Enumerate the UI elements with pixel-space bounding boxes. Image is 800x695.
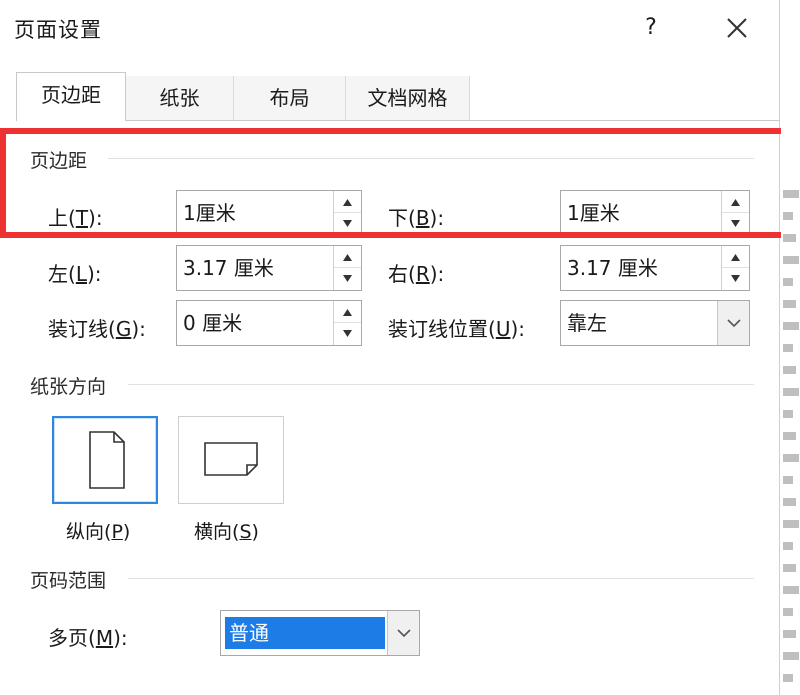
left-margin-label: 左(L): xyxy=(48,262,102,286)
document-text-fragment xyxy=(783,652,799,660)
close-icon xyxy=(727,18,747,38)
right-margin-up-button[interactable] xyxy=(722,246,749,268)
tab-divider xyxy=(16,120,780,121)
orientation-divider xyxy=(128,384,754,385)
arrow-up-icon xyxy=(731,254,740,261)
pages-section-label: 页码范围 xyxy=(30,570,107,592)
left-margin-down-button[interactable] xyxy=(334,268,361,290)
help-button[interactable]: ? xyxy=(636,10,666,46)
document-text-fragment xyxy=(783,256,799,264)
document-background-text xyxy=(781,0,800,695)
portrait-button[interactable] xyxy=(52,416,158,504)
document-text-fragment xyxy=(783,564,796,572)
top-margin-value: 1厘米 xyxy=(183,201,236,225)
gutter-label: 装订线(G): xyxy=(48,317,146,341)
document-text-fragment xyxy=(783,520,799,528)
arrow-up-icon xyxy=(731,199,740,206)
tab-document-grid[interactable]: 文档网格 xyxy=(346,76,470,120)
bottom-margin-spinner[interactable]: 1厘米 xyxy=(560,190,750,236)
tab-strip: 页边距 纸张 布局 文档网格 xyxy=(16,72,776,121)
margins-section-label: 页边距 xyxy=(30,150,88,172)
portrait-page-icon xyxy=(89,431,125,489)
document-text-fragment xyxy=(783,322,799,330)
left-margin-up-button[interactable] xyxy=(334,246,361,268)
right-margin-label: 右(R): xyxy=(388,262,445,286)
chevron-down-icon xyxy=(397,629,411,638)
landscape-page-icon xyxy=(204,442,258,476)
document-text-fragment xyxy=(783,410,793,418)
top-margin-spinner[interactable]: 1厘米 xyxy=(176,190,362,236)
multiple-pages-dropdown-button[interactable] xyxy=(387,611,419,655)
document-text-fragment xyxy=(783,190,799,198)
document-text-fragment xyxy=(783,542,793,550)
orientation-section-label: 纸张方向 xyxy=(30,376,107,398)
left-margin-value: 3.17 厘米 xyxy=(183,256,274,280)
document-text-fragment xyxy=(783,366,796,374)
top-margin-down-button[interactable] xyxy=(334,213,361,235)
right-margin-spinner[interactable]: 3.17 厘米 xyxy=(560,245,750,291)
chevron-down-icon xyxy=(727,319,741,328)
gutter-position-select[interactable]: 靠左 xyxy=(560,300,750,346)
gutter-position-label: 装订线位置(U): xyxy=(388,317,525,341)
multiple-pages-value: 普通 xyxy=(225,617,385,649)
document-text-fragment xyxy=(783,608,793,616)
left-margin-spinner[interactable]: 3.17 厘米 xyxy=(176,245,362,291)
tab-paper[interactable]: 纸张 xyxy=(126,76,234,120)
arrow-down-icon xyxy=(343,220,352,227)
document-text-fragment xyxy=(783,388,799,396)
document-text-fragment xyxy=(783,234,796,242)
bottom-margin-up-button[interactable] xyxy=(722,191,749,213)
document-text-fragment xyxy=(783,674,793,682)
landscape-button[interactable] xyxy=(178,416,284,504)
document-text-fragment xyxy=(783,300,796,308)
tab-layout[interactable]: 布局 xyxy=(234,76,346,120)
document-text-fragment xyxy=(783,212,793,220)
right-margin-value: 3.17 厘米 xyxy=(567,256,658,280)
document-text-fragment xyxy=(783,344,793,352)
arrow-up-icon xyxy=(343,254,352,261)
landscape-label: 横向(S) xyxy=(194,521,259,543)
page-setup-dialog: 页面设置 ? 页边距 纸张 布局 文档网格 页边距 上(T): 1厘米 下(B)… xyxy=(0,0,780,695)
gutter-position-dropdown-button[interactable] xyxy=(717,301,749,345)
pages-divider xyxy=(128,578,754,579)
document-text-fragment xyxy=(783,630,796,638)
title-bar: 页面设置 ? xyxy=(0,0,780,58)
close-button[interactable] xyxy=(720,10,754,46)
arrow-up-icon xyxy=(343,199,352,206)
dialog-title: 页面设置 xyxy=(14,18,102,42)
gutter-position-value: 靠左 xyxy=(567,311,607,335)
document-text-fragment xyxy=(783,476,793,484)
bottom-margin-value: 1厘米 xyxy=(567,201,620,225)
margins-divider xyxy=(108,158,754,159)
top-margin-label: 上(T): xyxy=(48,206,103,230)
arrow-down-icon xyxy=(343,330,352,337)
arrow-down-icon xyxy=(731,220,740,227)
gutter-up-button[interactable] xyxy=(334,301,361,323)
document-text-fragment xyxy=(783,454,799,462)
bottom-margin-down-button[interactable] xyxy=(722,213,749,235)
multiple-pages-select[interactable]: 普通 xyxy=(220,610,420,656)
portrait-label: 纵向(P) xyxy=(66,521,131,543)
top-margin-up-button[interactable] xyxy=(334,191,361,213)
gutter-down-button[interactable] xyxy=(334,323,361,345)
gutter-spinner[interactable]: 0 厘米 xyxy=(176,300,362,346)
document-text-fragment xyxy=(783,498,796,506)
arrow-up-icon xyxy=(343,309,352,316)
multiple-pages-label: 多页(M): xyxy=(48,626,128,650)
document-text-fragment xyxy=(783,586,799,594)
tab-margins[interactable]: 页边距 xyxy=(16,72,126,121)
document-text-fragment xyxy=(783,432,796,440)
gutter-value: 0 厘米 xyxy=(183,311,243,335)
arrow-down-icon xyxy=(343,275,352,282)
right-margin-down-button[interactable] xyxy=(722,268,749,290)
document-text-fragment xyxy=(783,278,793,286)
bottom-margin-label: 下(B): xyxy=(388,206,445,230)
arrow-down-icon xyxy=(731,275,740,282)
